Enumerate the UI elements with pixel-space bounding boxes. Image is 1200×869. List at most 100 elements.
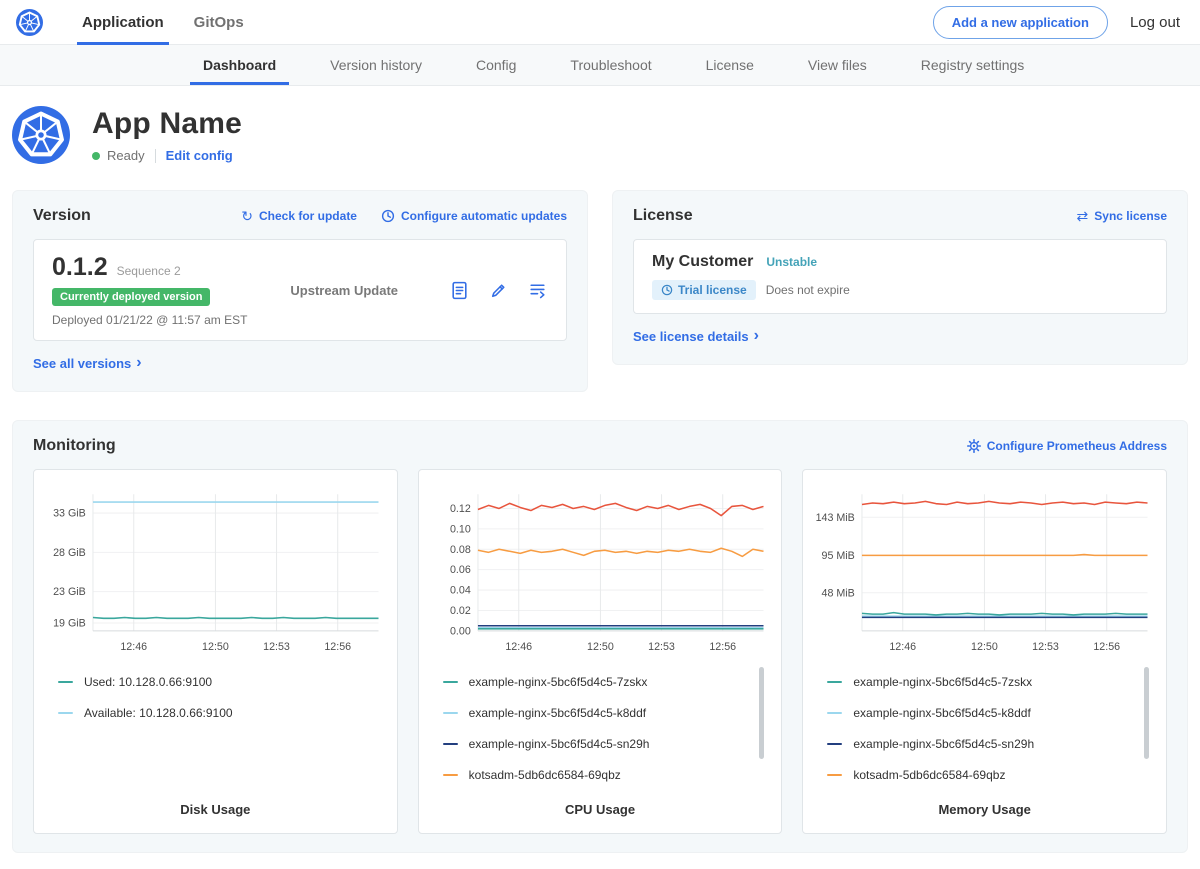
series-color-dash (827, 743, 842, 745)
tab-config-label: Config (476, 57, 516, 73)
tab-application[interactable]: Application (67, 0, 179, 44)
version-card: Version ↻ Check for update Configure aut… (12, 190, 588, 392)
legend-item: example-nginx-5bc6f5d4c5-k8ddf (827, 706, 1136, 720)
edit-config-icon[interactable] (488, 280, 509, 301)
page-title: App Name (92, 107, 242, 141)
series-color-dash (58, 712, 73, 714)
deployed-timestamp: Deployed 01/21/22 @ 11:57 am EST (52, 313, 247, 327)
series-label: example-nginx-5bc6f5d4c5-sn29h (853, 737, 1034, 751)
tab-view-files-label: View files (808, 57, 867, 73)
series-color-dash (827, 681, 842, 683)
add-new-application-button[interactable]: Add a new application (933, 6, 1108, 39)
tab-gitops-label: GitOps (194, 14, 244, 31)
legend-item: kotsadm-5db6dc6584-69qbz (827, 768, 1136, 782)
trial-license-badge: Trial license (652, 280, 756, 300)
svg-text:143 MiB: 143 MiB (816, 511, 855, 523)
legend-item: kotsadm-5db6dc6584-69qbz (443, 768, 752, 782)
svg-text:12:56: 12:56 (1094, 641, 1121, 653)
trial-license-label: Trial license (678, 283, 747, 297)
kubernetes-logo-icon[interactable] (16, 9, 43, 36)
chevron-right-icon: › (754, 328, 759, 344)
configure-automatic-updates-label: Configure automatic updates (401, 209, 567, 223)
svg-text:12:56: 12:56 (709, 641, 736, 653)
tab-license[interactable]: License (679, 45, 781, 85)
tab-license-label: License (706, 57, 754, 73)
series-color-dash (443, 774, 458, 776)
tab-registry-settings[interactable]: Registry settings (894, 45, 1051, 85)
check-for-update-label: Check for update (259, 209, 357, 223)
configure-prometheus-button[interactable]: Configure Prometheus Address (967, 439, 1167, 453)
series-label: example-nginx-5bc6f5d4c5-sn29h (469, 737, 650, 751)
legend-scrollbar[interactable] (759, 667, 764, 759)
series-label: example-nginx-5bc6f5d4c5-k8ddf (853, 706, 1030, 720)
legend-scrollbar[interactable] (1144, 667, 1149, 759)
svg-text:95 MiB: 95 MiB (822, 549, 855, 561)
sync-license-button[interactable]: ⇄ Sync license (1077, 209, 1167, 223)
series-label: example-nginx-5bc6f5d4c5-k8ddf (469, 706, 646, 720)
svg-text:19 GiB: 19 GiB (53, 617, 86, 629)
legend-item: example-nginx-5bc6f5d4c5-k8ddf (443, 706, 752, 720)
configure-prometheus-label: Configure Prometheus Address (987, 439, 1167, 453)
see-license-details-link[interactable]: See license details › (633, 328, 759, 344)
cpu-usage-chart-card: 0.000.020.040.060.080.100.1212:4612:5012… (418, 469, 783, 834)
license-card: License ⇄ Sync license My Customer Unsta… (612, 190, 1188, 365)
divider (155, 149, 156, 163)
svg-text:0.10: 0.10 (450, 523, 471, 535)
svg-text:48 MiB: 48 MiB (822, 587, 855, 599)
check-for-update-button[interactable]: ↻ Check for update (241, 209, 357, 223)
upstream-update-label: Upstream Update (290, 283, 398, 298)
series-color-dash (827, 774, 842, 776)
legend-item: example-nginx-5bc6f5d4c5-7zskx (827, 675, 1136, 689)
svg-text:0.04: 0.04 (450, 584, 471, 596)
tab-gitops[interactable]: GitOps (179, 0, 259, 44)
svg-text:12:46: 12:46 (120, 641, 147, 653)
tab-registry-settings-label: Registry settings (921, 57, 1024, 73)
tab-version-history[interactable]: Version history (303, 45, 449, 85)
customer-name: My Customer (652, 253, 753, 271)
tab-config[interactable]: Config (449, 45, 543, 85)
monitoring-title: Monitoring (33, 437, 116, 455)
version-number: 0.1.2 (52, 253, 108, 282)
configure-automatic-updates-button[interactable]: Configure automatic updates (381, 209, 567, 223)
deploy-logs-icon[interactable] (527, 280, 548, 301)
series-label: Used: 10.128.0.66:9100 (84, 675, 212, 689)
license-expiry-text: Does not expire (766, 283, 850, 297)
series-label: example-nginx-5bc6f5d4c5-7zskx (469, 675, 648, 689)
svg-text:0.06: 0.06 (450, 564, 471, 576)
release-notes-icon[interactable] (449, 280, 470, 301)
edit-config-link[interactable]: Edit config (166, 148, 233, 163)
disk-usage-chart-card: 19 GiB23 GiB28 GiB33 GiB12:4612:5012:531… (33, 469, 398, 834)
series-color-dash (443, 681, 458, 683)
tab-view-files[interactable]: View files (781, 45, 894, 85)
tab-troubleshoot[interactable]: Troubleshoot (543, 45, 678, 85)
series-label: kotsadm-5db6dc6584-69qbz (853, 768, 1005, 782)
svg-text:0.00: 0.00 (450, 625, 471, 637)
series-color-dash (443, 712, 458, 714)
app-header: App Name Ready Edit config (0, 86, 1200, 190)
disk-usage-legend: Used: 10.128.0.66:9100Available: 10.128.… (44, 659, 387, 724)
deployed-status-badge: Currently deployed version (52, 288, 210, 306)
svg-text:28 GiB: 28 GiB (53, 546, 86, 558)
svg-text:12:53: 12:53 (1032, 641, 1059, 653)
series-label: kotsadm-5db6dc6584-69qbz (469, 768, 621, 782)
svg-text:12:53: 12:53 (263, 641, 290, 653)
disk-usage-plot: 19 GiB23 GiB28 GiB33 GiB12:4612:5012:531… (44, 484, 387, 659)
app-logo-kubernetes-icon (12, 106, 70, 164)
svg-text:12:46: 12:46 (505, 641, 532, 653)
svg-text:12:46: 12:46 (890, 641, 917, 653)
series-label: example-nginx-5bc6f5d4c5-7zskx (853, 675, 1032, 689)
log-out-link[interactable]: Log out (1130, 14, 1180, 31)
version-sequence: Sequence 2 (117, 264, 181, 278)
chart-title: CPU Usage (429, 786, 772, 817)
see-all-versions-link[interactable]: See all versions › (33, 355, 142, 371)
svg-text:12:50: 12:50 (202, 641, 229, 653)
series-color-dash (58, 681, 73, 683)
see-all-versions-label: See all versions (33, 356, 131, 371)
app-sub-nav: Dashboard Version history Config Trouble… (0, 45, 1200, 86)
status-dot (92, 152, 100, 160)
clock-icon (661, 284, 673, 296)
tab-dashboard[interactable]: Dashboard (176, 45, 303, 85)
legend-item: example-nginx-5bc6f5d4c5-sn29h (827, 737, 1136, 751)
see-license-details-label: See license details (633, 329, 749, 344)
svg-text:12:50: 12:50 (971, 641, 998, 653)
